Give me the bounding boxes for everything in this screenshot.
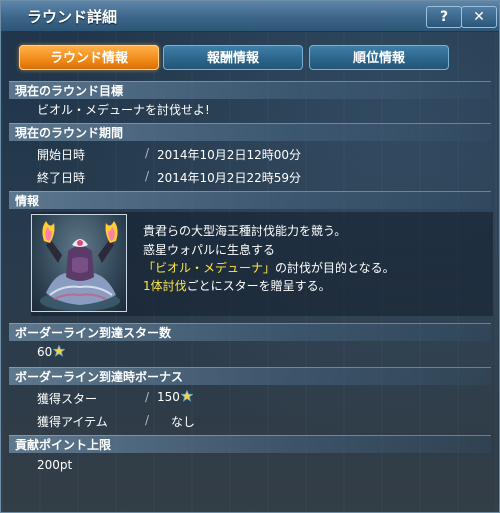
info-line-1: 貴君らの大型海王種討伐能力を競う。	[143, 224, 347, 238]
help-button[interactable]: ?	[426, 6, 462, 28]
end-label: 終了日時	[37, 171, 86, 185]
bioru-meduna-portrait-icon	[31, 214, 127, 312]
start-separator: /	[145, 146, 150, 160]
info-header: 情報	[9, 191, 491, 209]
round-detail-window: ラウンド詳細 ? ✕ ラウンド情報 報酬情報 順位情報 現在のラウンド目標 ビオ…	[0, 0, 500, 513]
border-stars-value-row: 60	[37, 345, 66, 359]
start-label: 開始日時	[37, 148, 86, 162]
info-line-3-rest: の討伐が目的となる。	[275, 261, 395, 275]
border-bonus-header: ボーダーライン到達時ボーナス	[9, 367, 491, 385]
info-kill-unit: 1体討伐	[143, 279, 187, 293]
info-boss-name: 「ビオル・メデューナ」	[143, 261, 276, 275]
tab-round-info[interactable]: ラウンド情報	[19, 45, 159, 70]
end-value: 2014年10月2日22時59分	[157, 171, 301, 185]
bonus-item-value: なし	[171, 415, 196, 429]
info-line-3: 「ビオル・メデューナ」の討伐が目的となる。	[143, 259, 395, 276]
bonus-stars-value: 150	[157, 390, 180, 404]
bonus-stars-separator: /	[145, 390, 150, 404]
info-line-2: 惑星ウォパルに生息する	[143, 243, 276, 257]
period-header: 現在のラウンド期間	[9, 123, 491, 141]
info-line-4-rest: ごとにスターを贈呈する。	[186, 279, 331, 293]
border-stars-value: 60	[37, 345, 53, 359]
contribution-value: 200pt	[37, 458, 73, 472]
bonus-stars-value-row: 150	[157, 390, 193, 404]
star-icon	[53, 345, 66, 357]
contribution-header: 貢献ポイント上限	[9, 435, 491, 453]
help-icon: ?	[439, 9, 449, 25]
end-separator: /	[145, 169, 150, 183]
bonus-item-separator: /	[145, 413, 150, 427]
tab-reward-info[interactable]: 報酬情報	[163, 45, 303, 70]
goal-text: ビオル・メデューナを討伐せよ!	[37, 103, 210, 117]
border-stars-header: ボーダーライン到達スター数	[9, 323, 491, 341]
star-icon	[180, 390, 193, 402]
window-title: ラウンド詳細	[27, 8, 118, 26]
start-value: 2014年10月2日12時00分	[157, 148, 301, 162]
tab-ranking-info[interactable]: 順位情報	[309, 45, 449, 70]
title-bar[interactable]: ラウンド詳細 ? ✕	[1, 1, 499, 32]
bonus-stars-label: 獲得スター	[37, 392, 98, 406]
close-button[interactable]: ✕	[461, 6, 497, 28]
close-icon: ✕	[473, 9, 485, 25]
info-line-4: 1体討伐ごとにスターを贈呈する。	[143, 277, 331, 294]
bonus-item-label: 獲得アイテム	[37, 415, 108, 429]
goal-header: 現在のラウンド目標	[9, 81, 491, 99]
